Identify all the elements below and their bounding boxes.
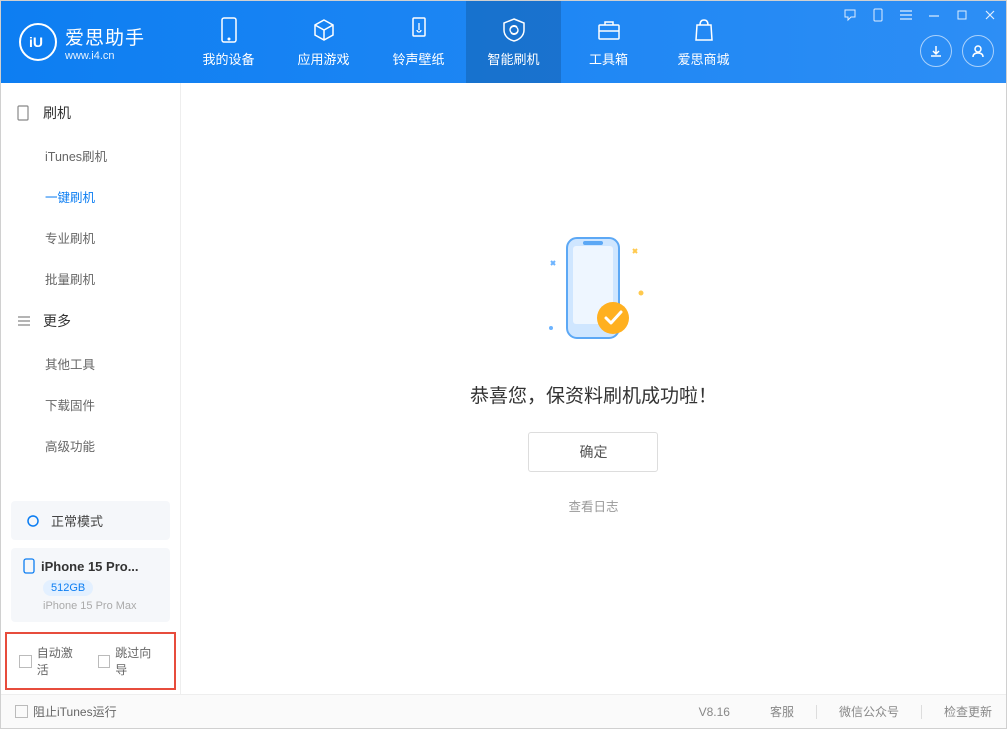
check-update-link[interactable]: 检查更新	[944, 703, 992, 720]
phone-icon	[216, 17, 242, 43]
list-icon	[17, 315, 33, 327]
sidebar-item-advanced[interactable]: 高级功能	[1, 425, 180, 466]
checkbox-skip-wizard[interactable]: 跳过向导	[98, 644, 163, 678]
app-url: www.i4.cn	[65, 50, 145, 62]
phone-outline-icon	[17, 105, 33, 121]
refresh-icon	[25, 513, 43, 529]
wechat-link[interactable]: 微信公众号	[839, 703, 899, 720]
music-note-icon	[406, 17, 432, 43]
refresh-shield-icon	[501, 17, 527, 43]
main-content: 恭喜您，保资料刷机成功啦！ 确定 查看日志	[181, 83, 1006, 694]
nav-tab-label: 应用游戏	[297, 49, 349, 68]
feedback-icon[interactable]	[842, 7, 858, 23]
version-label: V8.16	[699, 705, 730, 719]
nav-tab-label: 铃声壁纸	[392, 49, 444, 68]
nav-tab-label: 工具箱	[589, 49, 628, 68]
checkbox-icon	[19, 655, 32, 668]
device-info[interactable]: iPhone 15 Pro... 512GB iPhone 15 Pro Max	[11, 548, 170, 622]
nav-tabs: 我的设备 应用游戏 铃声壁纸 智能刷机 工具箱	[181, 1, 751, 83]
checkbox-label: 跳过向导	[115, 644, 162, 678]
nav-tab-device[interactable]: 我的设备	[181, 1, 276, 83]
nav-tab-label: 智能刷机	[487, 49, 539, 68]
view-log-link[interactable]: 查看日志	[568, 496, 618, 515]
status-bar: 阻止iTunes运行 V8.16 客服 微信公众号 检查更新	[1, 694, 1006, 728]
sidebar-item-other-tools[interactable]: 其他工具	[1, 343, 180, 384]
nav-tab-ringtones[interactable]: 铃声壁纸	[371, 1, 466, 83]
device-name: iPhone 15 Pro...	[41, 559, 139, 574]
sidebar-item-download-firmware[interactable]: 下载固件	[1, 384, 180, 425]
sidebar-group-more[interactable]: 更多	[1, 299, 180, 343]
nav-tab-label: 爱思商城	[677, 49, 729, 68]
success-message: 恭喜您，保资料刷机成功啦！	[470, 381, 717, 408]
logo-area: iU 爱思助手 www.i4.cn	[1, 23, 181, 62]
separator	[921, 705, 922, 719]
checkbox-row-highlighted: 自动激活 跳过向导	[5, 632, 176, 690]
checkbox-icon	[15, 705, 28, 718]
menu-icon[interactable]	[898, 7, 914, 23]
mode-selector[interactable]: 正常模式	[11, 501, 170, 540]
nav-tab-toolbox[interactable]: 工具箱	[561, 1, 656, 83]
nav-tab-store[interactable]: 爱思商城	[656, 1, 751, 83]
nav-tab-label: 我的设备	[202, 49, 254, 68]
phone-small-icon[interactable]	[870, 7, 886, 23]
cube-icon	[311, 17, 337, 43]
header-actions	[920, 1, 994, 83]
success-illustration	[523, 223, 663, 363]
app-logo-icon: iU	[19, 23, 57, 61]
device-model: iPhone 15 Pro Max	[43, 600, 158, 612]
nav-tab-apps[interactable]: 应用游戏	[276, 1, 371, 83]
storage-badge: 512GB	[43, 580, 93, 596]
sidebar-group-flash[interactable]: 刷机	[1, 91, 180, 135]
download-button[interactable]	[920, 35, 952, 67]
mode-label: 正常模式	[51, 511, 103, 530]
app-header: iU 爱思助手 www.i4.cn 我的设备 应用游戏 铃声壁纸	[1, 1, 1006, 83]
ok-button[interactable]: 确定	[528, 432, 658, 472]
svg-text:iU: iU	[29, 34, 43, 50]
nav-tab-flash[interactable]: 智能刷机	[466, 1, 561, 83]
sidebar-item-batch-flash[interactable]: 批量刷机	[1, 258, 180, 299]
checkbox-icon	[98, 655, 111, 668]
briefcase-icon	[596, 17, 622, 43]
sidebar-group-title: 刷机	[43, 103, 71, 123]
separator	[816, 705, 817, 719]
user-button[interactable]	[962, 35, 994, 67]
checkbox-auto-activate[interactable]: 自动激活	[19, 644, 84, 678]
checkbox-block-itunes[interactable]: 阻止iTunes运行	[15, 703, 117, 720]
support-link[interactable]: 客服	[770, 703, 794, 720]
bag-icon	[691, 17, 717, 43]
app-title: 爱思助手	[65, 23, 145, 50]
sidebar-group-title: 更多	[43, 311, 71, 331]
checkbox-label: 阻止iTunes运行	[33, 703, 117, 720]
checkbox-label: 自动激活	[37, 644, 84, 678]
sidebar: 刷机 iTunes刷机 一键刷机 专业刷机 批量刷机 更多 其他工具 下载固件 …	[1, 83, 181, 694]
device-phone-icon	[23, 558, 35, 574]
sidebar-item-oneclick-flash[interactable]: 一键刷机	[1, 176, 180, 217]
sidebar-item-pro-flash[interactable]: 专业刷机	[1, 217, 180, 258]
sidebar-item-itunes-flash[interactable]: iTunes刷机	[1, 135, 180, 176]
